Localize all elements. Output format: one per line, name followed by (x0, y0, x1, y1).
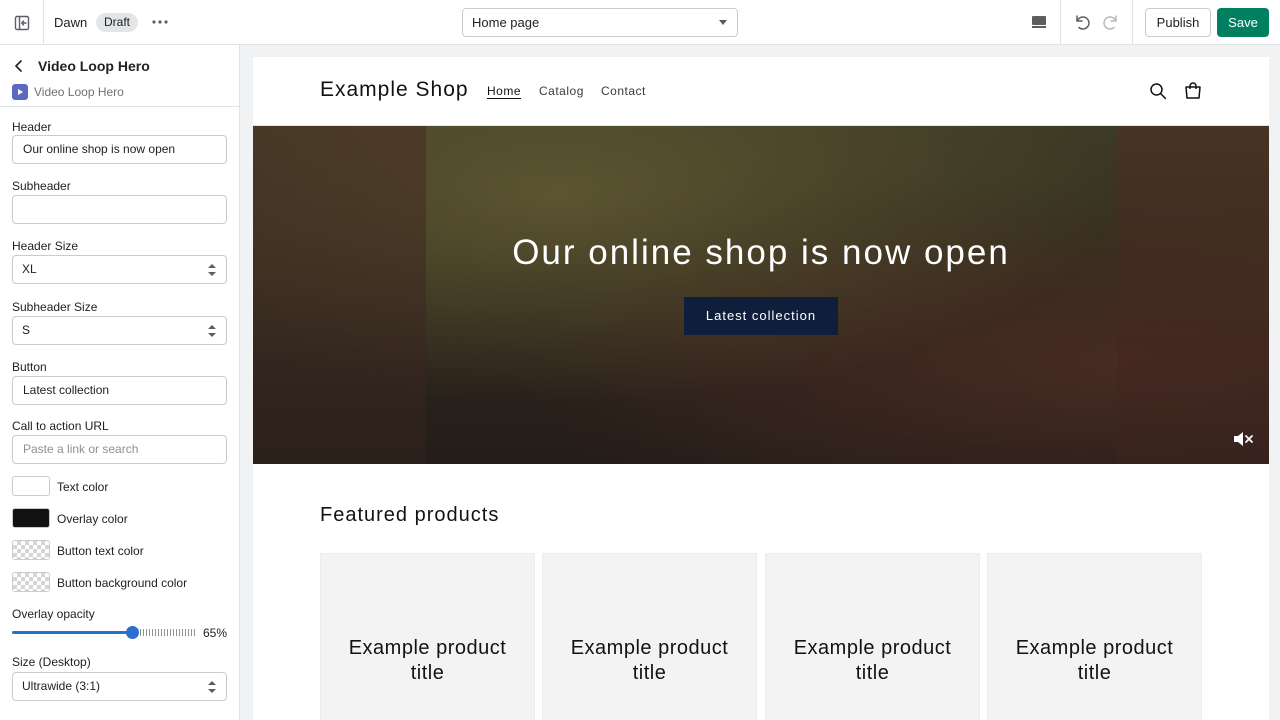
cta-url-input[interactable]: Paste a link or search (12, 435, 227, 464)
undo-button[interactable] (1070, 10, 1094, 34)
redo-icon (1103, 15, 1117, 30)
chevron-left-icon (15, 60, 22, 72)
nav-link-contact[interactable]: Contact (601, 84, 646, 98)
size-desktop-label: Size (Desktop) (12, 655, 91, 669)
store-header: Example Shop Home Catalog Contact (253, 57, 1269, 126)
product-card[interactable]: Example product title (320, 553, 535, 720)
caret-down-icon (719, 20, 727, 25)
subheader-input[interactable] (12, 195, 227, 224)
slider-ticks (140, 629, 197, 636)
button-text-color-label: Button text color (57, 544, 144, 558)
section-title: Video Loop Hero (38, 58, 150, 74)
hero-cta-button[interactable]: Latest collection (684, 297, 838, 335)
exit-icon (14, 15, 29, 30)
hero-video-edge (253, 126, 426, 464)
desktop-icon (1032, 16, 1046, 28)
featured-products-title: Featured products (320, 504, 500, 526)
store-logo[interactable]: Example Shop (320, 78, 469, 102)
product-card[interactable]: Example product title (765, 553, 980, 720)
back-button[interactable] (10, 57, 28, 75)
theme-name: Dawn (54, 15, 88, 30)
text-color-swatch[interactable] (12, 476, 50, 496)
product-title: Example product title (570, 637, 729, 684)
device-preview-button[interactable] (1018, 0, 1061, 45)
product-title: Example product title (348, 637, 507, 684)
hero-video-edge (1117, 126, 1269, 464)
subheader-size-select[interactable]: S (12, 316, 227, 345)
nav-link-catalog[interactable]: Catalog (539, 84, 584, 98)
video-hero: Our online shop is now open Latest colle… (253, 126, 1269, 464)
page-selector[interactable]: Home page (462, 8, 738, 37)
product-title: Example product title (1015, 637, 1174, 684)
undo-icon (1076, 15, 1090, 30)
subheader-size-value: S (22, 323, 31, 337)
size-desktop-value: Ultrawide (3:1) (22, 679, 101, 693)
header-label: Header (12, 120, 52, 134)
text-color-label: Text color (57, 480, 109, 494)
exit-button[interactable] (0, 0, 44, 45)
overlay-color-swatch[interactable] (12, 508, 50, 528)
mute-icon[interactable] (1232, 430, 1254, 448)
product-card[interactable]: Example product title (987, 553, 1202, 720)
redo-button[interactable] (1099, 10, 1123, 34)
button-text-color-swatch[interactable] (12, 540, 50, 560)
cta-url-label: Call to action URL (12, 419, 109, 433)
button-background-color-label: Button background color (57, 576, 188, 590)
select-arrows-icon (208, 264, 216, 276)
header-size-select[interactable]: XL (12, 255, 227, 284)
select-arrows-icon (208, 325, 216, 337)
page-selector-value: Home page (472, 15, 540, 30)
overlay-opacity-slider[interactable] (12, 626, 197, 639)
more-horizontal-icon (152, 20, 168, 24)
overlay-opacity-label: Overlay opacity (12, 607, 95, 621)
select-arrows-icon (208, 681, 216, 693)
nav-link-home[interactable]: Home (487, 84, 521, 98)
header-size-label: Header Size (12, 239, 79, 253)
divider (1132, 0, 1133, 45)
sidebar-header: Video Loop Hero Video Loop Hero (0, 45, 239, 107)
more-actions-button[interactable] (148, 10, 172, 34)
button-background-color-swatch[interactable] (12, 572, 50, 592)
save-button[interactable]: Save (1217, 8, 1269, 37)
slider-thumb[interactable] (126, 626, 139, 639)
slider-fill (12, 631, 132, 634)
header-size-value: XL (22, 262, 37, 276)
size-desktop-select[interactable]: Ultrawide (3:1) (12, 672, 227, 701)
overlay-color-label: Overlay color (57, 512, 128, 526)
publish-button[interactable]: Publish (1145, 8, 1211, 37)
hero-title: Our online shop is now open (512, 233, 1010, 272)
overlay-opacity-value: 65% (203, 626, 228, 640)
section-subtitle: Video Loop Hero (34, 85, 124, 99)
settings-sidebar: Video Loop Hero Video Loop Hero Header O… (0, 45, 240, 720)
store-preview: Example Shop Home Catalog Contact Our on… (253, 57, 1269, 720)
subheader-label: Subheader (12, 179, 71, 193)
button-text-input[interactable]: Latest collection (12, 376, 227, 405)
product-title: Example product title (793, 637, 952, 684)
header-input[interactable]: Our online shop is now open (12, 135, 227, 164)
editor-topbar: Dawn Draft Home page Publish Save (0, 0, 1280, 45)
product-card[interactable]: Example product title (542, 553, 757, 720)
search-icon[interactable] (1149, 82, 1167, 100)
video-section-icon (12, 84, 28, 100)
subheader-size-label: Subheader Size (12, 300, 98, 314)
button-label: Button (12, 360, 47, 374)
status-badge: Draft (96, 13, 139, 32)
cart-icon[interactable] (1183, 81, 1203, 101)
